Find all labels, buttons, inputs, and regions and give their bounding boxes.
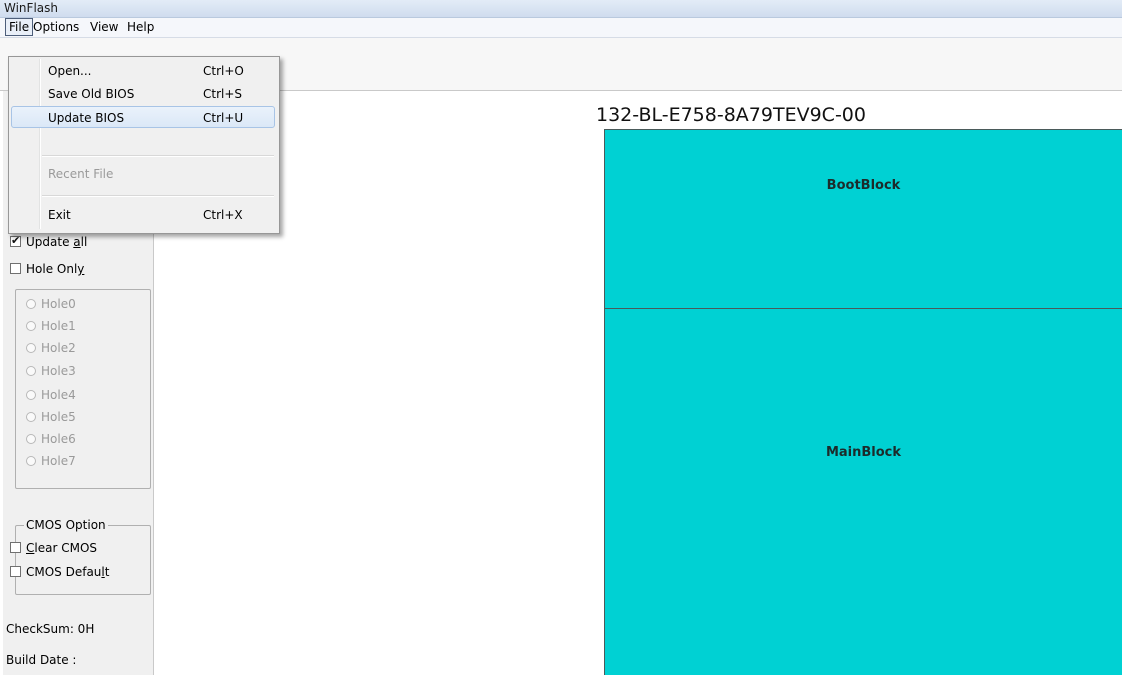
menu-item-recent-file[interactable]: Recent File xyxy=(11,163,275,185)
menu-item-open[interactable]: Open... Ctrl+O xyxy=(11,60,275,82)
bootblock-region: BootBlock xyxy=(604,129,1122,309)
menu-item-exit[interactable]: Exit Ctrl+X xyxy=(11,204,275,226)
checkbox-icon[interactable] xyxy=(10,542,21,553)
window-title: WinFlash xyxy=(4,1,58,15)
bootblock-label: BootBlock xyxy=(826,178,901,193)
checkbox-checked-icon[interactable] xyxy=(10,233,21,249)
radio-hole4[interactable]: Hole4 xyxy=(26,387,76,403)
radio-hole0[interactable]: Hole0 xyxy=(26,296,76,312)
radio-hole2[interactable]: Hole2 xyxy=(26,340,76,356)
mainblock-label: MainBlock xyxy=(825,445,902,460)
menu-item-update-bios[interactable]: Update BIOS Ctrl+U xyxy=(11,106,275,128)
menu-options[interactable]: Options xyxy=(30,19,82,35)
hole-group: Hole0 Hole1 Hole2 Hole3 Hole4 Hole5 Hole… xyxy=(15,289,151,489)
radio-icon[interactable] xyxy=(26,366,36,376)
radio-icon[interactable] xyxy=(26,434,36,444)
radio-hole1[interactable]: Hole1 xyxy=(26,318,76,334)
menu-separator xyxy=(42,155,274,157)
radio-icon[interactable] xyxy=(26,321,36,331)
bios-part-number: 132-BL-E758-8A79TEV9C-00 xyxy=(596,104,866,126)
mainblock-region: MainBlock xyxy=(604,308,1122,675)
hole-only-checkbox[interactable]: Hole Only xyxy=(10,261,84,277)
file-dropdown-menu: Open... Ctrl+O Save Old BIOS Ctrl+S Upda… xyxy=(8,56,280,234)
checksum-label: CheckSum: 0H xyxy=(6,622,95,636)
menu-view[interactable]: View xyxy=(87,19,121,35)
radio-icon[interactable] xyxy=(26,390,36,400)
title-bar: WinFlash xyxy=(0,0,1122,18)
menu-file[interactable]: File xyxy=(5,18,34,36)
cmos-default-checkbox[interactable]: CMOS Default xyxy=(10,564,109,580)
radio-hole3[interactable]: Hole3 xyxy=(26,363,76,379)
radio-icon[interactable] xyxy=(26,456,36,466)
menu-separator xyxy=(42,195,274,197)
radio-icon[interactable] xyxy=(26,412,36,422)
menu-help[interactable]: Help xyxy=(124,19,157,35)
radio-hole7[interactable]: Hole7 xyxy=(26,453,76,469)
radio-icon[interactable] xyxy=(26,299,36,309)
radio-icon[interactable] xyxy=(26,343,36,353)
checkbox-icon[interactable] xyxy=(10,263,21,274)
checkbox-icon[interactable] xyxy=(10,566,21,577)
cmos-option-group: CMOS Option Clear CMOS CMOS Default xyxy=(10,518,151,595)
update-all-checkbox[interactable]: Update all xyxy=(10,233,87,250)
clear-cmos-checkbox[interactable]: Clear CMOS xyxy=(10,540,97,556)
build-date-label: Build Date : xyxy=(6,653,77,667)
cmos-option-legend: CMOS Option xyxy=(24,518,108,532)
radio-hole6[interactable]: Hole6 xyxy=(26,431,76,447)
menu-item-save-old-bios[interactable]: Save Old BIOS Ctrl+S xyxy=(11,83,275,105)
radio-hole5[interactable]: Hole5 xyxy=(26,409,76,425)
menu-bar: File Options View Help xyxy=(0,18,1122,38)
